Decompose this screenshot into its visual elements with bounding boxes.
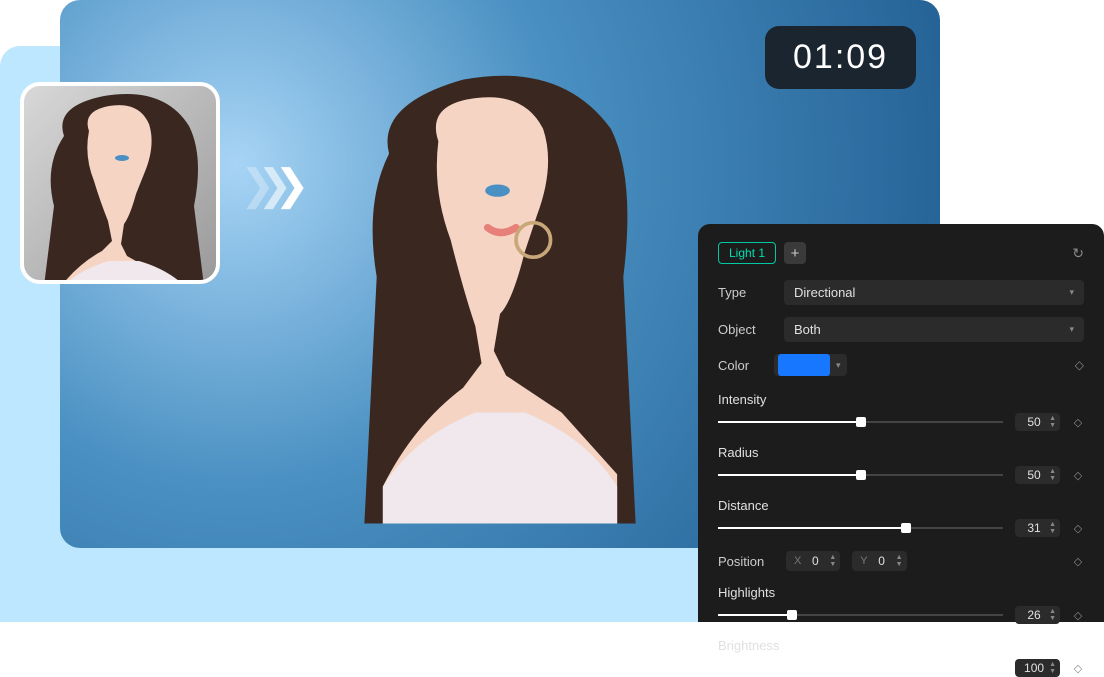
brightness-value-input[interactable]: 100 ▲▼ [1015,659,1060,677]
stepper-icon[interactable]: ▲▼ [1049,415,1056,429]
panel-header: Light 1 + ↻ [718,242,1084,264]
keyframe-icon[interactable]: ◇ [1072,416,1084,429]
intensity-value-input[interactable]: 50 ▲▼ [1015,413,1060,431]
chevron-down-icon: ▾ [1069,287,1074,298]
color-picker[interactable]: ▾ [774,354,847,376]
stepper-icon[interactable]: ▲▼ [829,554,836,568]
highlights-value-input[interactable]: 26 ▲▼ [1015,606,1060,624]
stepper-icon[interactable]: ▲▼ [1049,521,1056,535]
intensity-slider[interactable] [718,421,1003,423]
object-select[interactable]: Both ▾ [784,317,1084,342]
stepper-icon[interactable]: ▲▼ [1049,608,1056,622]
stepper-icon[interactable]: ▲▼ [896,554,903,568]
chevron-right-icon: ❯ [257,160,292,209]
position-label: Position [718,554,774,569]
before-thumbnail[interactable] [20,82,220,284]
chevron-down-icon: ▾ [1069,324,1074,335]
object-selected-value: Both [794,322,821,337]
color-swatch [778,354,830,376]
keyframe-icon[interactable]: ◇ [1072,469,1084,482]
intensity-label: Intensity [718,392,1084,407]
brightness-label: Brightness [718,638,1084,653]
position-y-input[interactable]: Y 0 ▲▼ [852,551,906,571]
light-tab[interactable]: Light 1 [718,242,776,264]
portrait-illustration [236,55,764,548]
radius-slider[interactable] [718,474,1003,476]
distance-label: Distance [718,498,1084,513]
highlights-slider[interactable] [718,614,1003,616]
thumbnail-illustration [24,86,220,284]
light-settings-panel: Light 1 + ↻ Type Directional ▾ Object Bo… [698,224,1104,622]
keyframe-icon[interactable]: ◇ [1075,358,1084,372]
keyframe-icon[interactable]: ◇ [1072,555,1084,568]
radius-label: Radius [718,445,1084,460]
arrows-indicator: ❯ ❯ ❯ [240,160,292,209]
keyframe-icon[interactable]: ◇ [1072,662,1084,675]
brightness-slider[interactable] [718,667,1003,669]
radius-value-input[interactable]: 50 ▲▼ [1015,466,1060,484]
distance-slider[interactable] [718,527,1003,529]
add-light-button[interactable]: + [784,242,806,264]
x-axis-label: X [794,555,801,567]
type-select[interactable]: Directional ▾ [784,280,1084,305]
highlights-label: Highlights [718,585,1084,600]
timer-badge: 01:09 [765,26,916,89]
type-selected-value: Directional [794,285,855,300]
keyframe-icon[interactable]: ◇ [1072,522,1084,535]
reset-icon[interactable]: ↻ [1072,245,1084,262]
type-label: Type [718,285,774,300]
object-label: Object [718,322,774,337]
stepper-icon[interactable]: ▲▼ [1049,468,1056,482]
keyframe-icon[interactable]: ◇ [1072,609,1084,622]
chevron-down-icon: ▾ [836,360,841,371]
position-x-input[interactable]: X 0 ▲▼ [786,551,840,571]
stepper-icon[interactable]: ▲▼ [1049,661,1056,675]
y-axis-label: Y [860,555,867,567]
color-label: Color [718,358,774,373]
distance-value-input[interactable]: 31 ▲▼ [1015,519,1060,537]
